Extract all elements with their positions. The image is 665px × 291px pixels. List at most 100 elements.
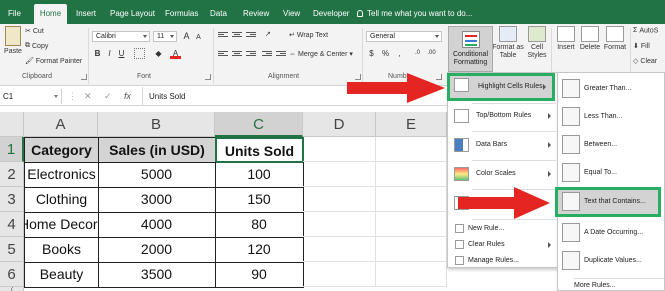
- empty-cell[interactable]: [376, 137, 447, 162]
- select-all-corner[interactable]: [0, 112, 24, 137]
- font-color-button[interactable]: A: [170, 48, 181, 59]
- align-left-icon[interactable]: [218, 50, 228, 59]
- header-cell-units-sold[interactable]: Units Sold: [215, 137, 304, 163]
- comma-style-icon[interactable]: ,: [394, 48, 405, 59]
- delete-cells-button[interactable]: Delete: [579, 26, 601, 52]
- table-cell[interactable]: 150: [215, 187, 304, 213]
- increase-indent-icon[interactable]: [276, 50, 286, 59]
- header-cell-sales[interactable]: Sales (in USD): [98, 137, 216, 163]
- table-cell[interactable]: 2000: [98, 237, 216, 263]
- format-painter-button[interactable]: 🖌 Format Painter: [25, 57, 82, 65]
- italic-button[interactable]: I: [104, 48, 115, 59]
- wrap-text-button[interactable]: ↵ Wrap Text: [289, 31, 328, 39]
- merge-center-button[interactable]: ⇔ Merge & Center ▾: [289, 50, 353, 58]
- tab-page-layout[interactable]: Page Layout: [110, 5, 155, 24]
- menu-item-highlight-cells-rules[interactable]: Highlight Cells Rules: [447, 73, 555, 101]
- insert-function-icon[interactable]: fx: [124, 91, 131, 101]
- formula-input[interactable]: Units Sold: [149, 92, 185, 101]
- row-header-7[interactable]: 7: [0, 287, 24, 291]
- tab-formulas[interactable]: Formulas: [165, 5, 198, 24]
- tab-file[interactable]: File: [8, 5, 21, 24]
- cell-styles-button[interactable]: Cell Styles: [526, 26, 548, 60]
- percent-button[interactable]: %: [380, 48, 391, 59]
- format-as-table-button[interactable]: Format as Table: [491, 26, 525, 60]
- format-cells-button[interactable]: Format: [603, 26, 627, 52]
- table-cell[interactable]: 4000: [98, 212, 216, 238]
- tab-developer[interactable]: Developer: [313, 5, 349, 24]
- align-right-icon[interactable]: [246, 50, 256, 59]
- empty-cell[interactable]: [303, 212, 376, 237]
- insert-cells-button[interactable]: Insert: [555, 26, 577, 52]
- submenu-item-duplicate-values[interactable]: Duplicate Values...: [558, 247, 664, 275]
- submenu-item-less-than[interactable]: Less Than...: [558, 103, 664, 131]
- row-header-6[interactable]: 6: [0, 262, 24, 287]
- bottom-align-icon[interactable]: [246, 31, 256, 40]
- empty-cell[interactable]: [303, 187, 376, 212]
- submenu-item-more-rules[interactable]: More Rules...: [558, 279, 664, 291]
- font-family-select[interactable]: Calibri: [92, 31, 150, 42]
- enter-icon[interactable]: ✓: [104, 91, 112, 102]
- column-header-c[interactable]: C: [215, 112, 303, 137]
- table-cell[interactable]: Beauty: [24, 262, 99, 288]
- paste-button[interactable]: Paste: [2, 26, 24, 56]
- empty-cell[interactable]: [376, 237, 447, 262]
- currency-button[interactable]: $: [366, 48, 377, 59]
- menu-item-new-rule[interactable]: New Rule...: [448, 221, 557, 237]
- bold-button[interactable]: B: [92, 48, 103, 59]
- shrink-font-button[interactable]: A: [193, 32, 204, 43]
- submenu-item-date-occurring[interactable]: A Date Occurring...: [558, 219, 664, 247]
- grow-font-button[interactable]: A: [181, 31, 192, 42]
- borders-icon[interactable]: [134, 48, 145, 59]
- submenu-item-greater-than[interactable]: Greater Than...: [558, 75, 664, 103]
- tab-home[interactable]: Home: [34, 4, 67, 24]
- table-cell[interactable]: 3500: [98, 262, 216, 288]
- table-cell[interactable]: 5000: [98, 162, 216, 188]
- cancel-icon[interactable]: ✕: [84, 91, 92, 102]
- submenu-item-text-that-contains[interactable]: Text that Contains...: [555, 187, 661, 217]
- menu-item-top-bottom-rules[interactable]: Top/Bottom Rules: [448, 105, 557, 127]
- number-format-select[interactable]: General: [366, 31, 442, 42]
- fill-button[interactable]: ⬇ Fill: [633, 42, 650, 50]
- menu-item-clear-rules[interactable]: Clear Rules: [448, 237, 557, 253]
- row-header-4[interactable]: 4: [0, 212, 24, 237]
- column-header-e[interactable]: E: [376, 112, 447, 137]
- font-launcher-icon[interactable]: [205, 74, 211, 80]
- submenu-item-equal-to[interactable]: Equal To...: [558, 159, 664, 187]
- header-cell-category[interactable]: Category: [24, 137, 99, 163]
- menu-item-manage-rules[interactable]: Manage Rules...: [448, 253, 557, 269]
- empty-cell[interactable]: [303, 162, 376, 187]
- top-align-icon[interactable]: [218, 31, 228, 40]
- copy-button[interactable]: ⧉ Copy: [25, 42, 48, 50]
- decrease-indent-icon[interactable]: [262, 50, 272, 59]
- menu-item-color-scales[interactable]: Color Scales: [448, 163, 557, 185]
- empty-cell[interactable]: [303, 137, 376, 162]
- table-cell[interactable]: Clothing: [24, 187, 99, 213]
- tab-view[interactable]: View: [283, 5, 300, 24]
- row-header-2[interactable]: 2: [0, 162, 24, 187]
- table-cell[interactable]: Books: [24, 237, 99, 263]
- row-header-1[interactable]: 1: [0, 137, 24, 162]
- menu-item-data-bars[interactable]: Data Bars: [448, 134, 557, 156]
- row-header-5[interactable]: 5: [0, 237, 24, 262]
- decrease-decimal-icon[interactable]: .00: [426, 48, 437, 59]
- empty-cell[interactable]: [303, 237, 376, 262]
- table-cell[interactable]: Electronics: [24, 162, 99, 188]
- empty-cell[interactable]: [303, 262, 376, 287]
- empty-cell[interactable]: [376, 212, 447, 237]
- conditional-formatting-button[interactable]: Conditional Formatting: [448, 26, 493, 72]
- tab-data[interactable]: Data: [210, 5, 227, 24]
- orientation-icon[interactable]: ↗: [265, 30, 271, 38]
- cut-button[interactable]: ✂ Cut: [25, 27, 44, 35]
- table-cell[interactable]: 100: [215, 162, 304, 188]
- underline-button[interactable]: U: [116, 48, 127, 59]
- table-cell[interactable]: 120: [215, 237, 304, 263]
- clear-button[interactable]: ◇ Clear: [633, 57, 657, 65]
- fill-color-icon[interactable]: ◆: [153, 48, 164, 59]
- table-cell[interactable]: Home Decor: [24, 212, 99, 238]
- name-box[interactable]: C1: [0, 89, 62, 104]
- table-cell[interactable]: 3000: [98, 187, 216, 213]
- empty-cell[interactable]: [376, 262, 447, 287]
- table-cell[interactable]: 90: [215, 262, 304, 288]
- empty-cell[interactable]: [376, 187, 447, 212]
- submenu-item-between[interactable]: Between...: [558, 131, 664, 159]
